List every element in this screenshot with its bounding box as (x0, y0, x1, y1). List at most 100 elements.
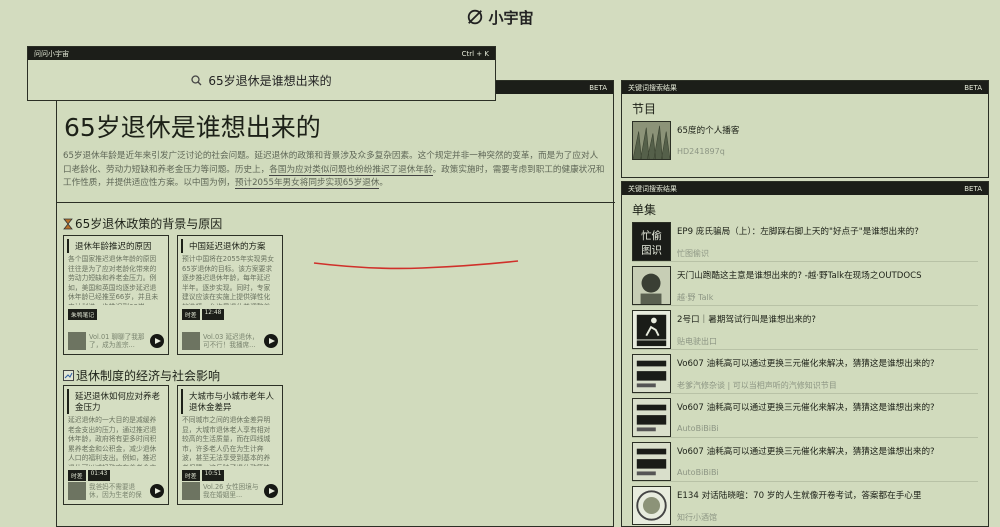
beta-badge: BETA (964, 184, 982, 193)
episode-cover (632, 354, 671, 393)
search-icon (191, 74, 202, 85)
search-header: 问问小宇宙 Ctrl + K (28, 47, 495, 60)
episode-source: 老爹汽修杂谈 | 可以当相声听的汽修知识节目 (677, 381, 837, 390)
intro-part-5: 。 (379, 178, 389, 189)
episode-thumbnail (182, 332, 200, 350)
episode-thumbnail (68, 332, 86, 350)
insight-card[interactable]: 中国延迟退休的方案 预计中国将在2055年实现男女65岁退休的目标。该方案要求逐… (177, 235, 283, 355)
intro-text: 65岁退休年龄是近年来引发广泛讨论的社会问题。延迟退休的政策和背景涉及众多复杂因… (63, 150, 605, 191)
episode-item[interactable]: Vo607 油耗高可以通过更换三元催化来解决，猜猜这是谁想出来的? AutoBiB… (622, 398, 988, 437)
episode-title: Vo607 油耗高可以通过更换三元催化来解决，猜猜这是谁想出来的? (677, 447, 935, 457)
episode-item[interactable]: 2号口｜暑期驾试行叫是谁想出来的? 贴电驶出口 (622, 310, 988, 349)
insight-card[interactable]: 退休年龄推迟的原因 各个国家推迟退休年龄的原因往往是为了应对老龄化带来的劳动力短… (63, 235, 169, 355)
red-hand-underline (313, 260, 519, 270)
main-panel: BETA 65岁退休是谁想出来的 65岁退休年龄是近年来引发广泛讨论的社会问题。… (56, 80, 615, 527)
search-label: 问问小宇宙 (34, 49, 69, 58)
divider (632, 393, 978, 394)
keyword-results-episodes: 关键词搜索结果 BETA 单集 忙偷 图识 EP9 庞氏骗局（上）：左脚踩右脚上天的… (621, 181, 989, 527)
keyword-results-programs: 关键词搜索结果 BETA 节目 65度的个人播客 HD241897q (621, 80, 989, 178)
episode-thumbnail (68, 482, 86, 500)
beta-badge: BETA (589, 83, 607, 92)
episode-title: Vo607 油耗高可以通过更换三元催化来解决，猜猜这是谁想出来的? (677, 359, 935, 369)
episode-title: Vol.01 聊聊了我那了，成为盖宗... (89, 333, 145, 349)
section-title-2: 退休制度的经济与社会影响 (63, 367, 220, 384)
section-divider (57, 202, 615, 203)
divider (632, 261, 978, 262)
episode-source: 越·野 Talk (677, 293, 714, 302)
card-tag: 朱鸭笔记 (68, 309, 98, 320)
episode-title: Vol.26 女性困境与我在婚姻里... (203, 483, 259, 499)
brand[interactable]: 小宇宙 (466, 7, 534, 28)
panel-header: 关键词搜索结果 BETA (622, 182, 988, 195)
insight-card[interactable]: 大城市与小城市老年人退休金差异 不同城市之间的退休金差异明显，大城市退休老人享有… (177, 385, 283, 505)
episode-item[interactable]: E134 对话陆晓暄：70 岁的人生就像开卷考试，答案都在手心里 知行小酒馆 (622, 486, 988, 525)
card-episode[interactable]: Vol.03 延迟退休，可不行！我播席... (182, 332, 278, 350)
divider (632, 305, 978, 306)
play-icon[interactable] (150, 334, 164, 348)
program-title: 65度的个人播客 (677, 126, 740, 136)
program-cover (632, 121, 671, 160)
section-title-1: 65岁退休政策的背景与原因 (63, 215, 222, 232)
card-title: 延迟退休如何应对养老金压力 (67, 389, 168, 414)
play-icon[interactable] (150, 484, 164, 498)
card-episode[interactable]: Vol.01 聊聊了我那了，成为盖宗... (68, 332, 164, 350)
card-duration: 10:51 (201, 470, 225, 481)
episode-item[interactable]: 忙偷 图识 EP9 庞氏骗局（上）：左脚踩右脚上天的"好点子"是谁想出来的? 忙图偷… (622, 222, 988, 261)
episode-title: Vo607 油耗高可以通过更换三元催化来解决，猜猜这是谁想出来的? (677, 403, 935, 413)
episode-cover: 忙偷图识 (632, 222, 671, 261)
divider (632, 349, 978, 350)
episode-cover (632, 398, 671, 437)
card-duration: 01:43 (87, 470, 111, 481)
card-tag: 时差 (182, 309, 200, 320)
card-body: 各个国家推迟退休年龄的原因往往是为了应对老龄化带来的劳动力短缺和养老金压力。例如… (68, 255, 159, 305)
episode-item[interactable]: Vo607 油耗高可以通过更换三元催化来解决，猜猜这是谁想出来的? AutoBiB… (622, 442, 988, 481)
episode-source: AutoBiBiBi (677, 424, 719, 433)
episode-title: EP9 庞氏骗局（上）：左脚踩右脚上天的"好点子"是谁想出来的? (677, 227, 919, 237)
panel-header-title: 关键词搜索结果 (628, 184, 677, 193)
play-icon[interactable] (264, 334, 278, 348)
panel-header-title: 关键词搜索结果 (628, 83, 677, 92)
insight-card[interactable]: 延迟退休如何应对养老金压力 延迟退休的一大目的是减缓养老金支出的压力，通过推迟退… (63, 385, 169, 505)
card-episode[interactable]: 我爸妈不需要退休，因为生老的保障... (68, 482, 164, 500)
card-title: 中国延迟退休的方案 (181, 239, 282, 253)
episode-source: 忙图偷识 (677, 249, 709, 258)
episode-title: Vol.03 延迟退休，可不行！我播席... (203, 333, 259, 349)
episode-cover (632, 266, 671, 305)
planet-logo-icon (468, 9, 483, 25)
panel-header: 关键词搜索结果 BETA (622, 81, 988, 94)
search-shortcut: Ctrl + K (461, 49, 489, 58)
program-item[interactable]: 65度的个人播客 HD241897q (622, 121, 988, 160)
chart-icon (63, 370, 74, 381)
episode-title: 天门山跑酷这主意是谁想出来的? -越·野Talk在现场之OUTDOCS (677, 271, 922, 281)
play-icon[interactable] (264, 484, 278, 498)
episode-item[interactable]: Vo607 油耗高可以通过更换三元催化来解决，猜猜这是谁想出来的? 老爹汽修杂谈 … (622, 354, 988, 393)
card-body: 不同城市之间的退休金差异明显，大城市退休老人享有相对较高的生活质量，而在四线城市… (182, 416, 271, 466)
ask-search-box[interactable]: 问问小宇宙 Ctrl + K 65岁退休是谁想出来的 (27, 46, 496, 101)
section-title-2-text: 退休制度的经济与社会影响 (76, 369, 221, 383)
brand-name: 小宇宙 (488, 8, 534, 27)
divider (632, 437, 978, 438)
hourglass-icon (63, 218, 73, 229)
intro-link-2[interactable]: 预计2055年男女将同步实现65岁退休 (234, 178, 380, 190)
episode-title: E134 对话陆晓暄：70 岁的人生就像开卷考试，答案都在手心里 (677, 491, 922, 501)
episode-item[interactable]: 天门山跑酷这主意是谁想出来的? -越·野Talk在现场之OUTDOCS 越·野 T… (622, 266, 988, 305)
episode-cover (632, 442, 671, 481)
episode-source: AutoBiBiBi (677, 468, 719, 477)
episode-source: 贴电驶出口 (677, 337, 717, 346)
section-title-1-text: 65岁退休政策的背景与原因 (75, 217, 223, 231)
card-duration: 12:48 (201, 309, 225, 320)
card-tag: 时差 (182, 470, 200, 481)
episode-title: 我爸妈不需要退休，因为生老的保障... (89, 483, 142, 499)
top-bar: 小宇宙 (0, 0, 1000, 34)
intro-link-1[interactable]: 各国为应对类似问题也纷纷推迟了退休年龄 (269, 164, 433, 176)
divider (632, 481, 978, 482)
card-title: 退休年龄推迟的原因 (67, 239, 168, 253)
section-label: 节目 (632, 102, 657, 116)
episode-cover (632, 486, 671, 525)
beta-badge: BETA (964, 83, 982, 92)
search-input[interactable]: 65岁退休是谁想出来的 (28, 60, 495, 100)
svg-text:图识: 图识 (641, 244, 662, 256)
card-body: 延迟退休的一大目的是减缓养老金支出的压力，通过推迟退休年龄，政府将有更多时间积累… (68, 416, 157, 466)
card-episode[interactable]: Vol.26 女性困境与我在婚姻里... (182, 482, 278, 500)
episode-title: 2号口｜暑期驾试行叫是谁想出来的? (677, 315, 816, 325)
